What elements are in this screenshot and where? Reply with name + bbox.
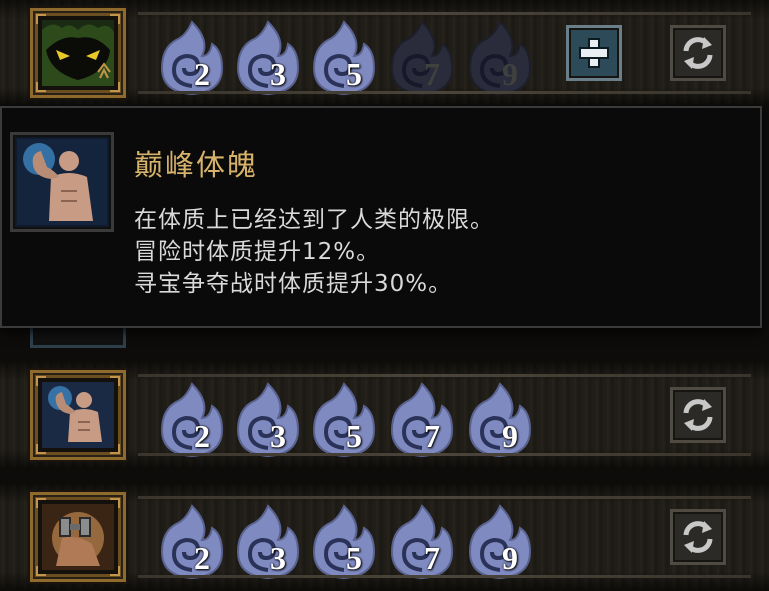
lifting-dumbbell-icon — [42, 504, 114, 570]
level-value: 9 — [502, 540, 518, 576]
level-flame-3: 3 — [232, 504, 304, 580]
level-flame-9: 9 — [464, 20, 536, 96]
level-value: 5 — [346, 418, 362, 454]
level-value: 3 — [270, 56, 286, 92]
level-value: 5 — [346, 56, 362, 92]
level-value: 3 — [270, 418, 286, 454]
tooltip-title: 巅峰体魄 — [134, 148, 259, 182]
swap-icon — [683, 521, 713, 553]
level-flame-3: 3 — [232, 382, 304, 458]
trait-row-3: 2 3 5 7 9 — [0, 484, 769, 590]
level-value: 9 — [502, 418, 518, 454]
hidden-trait-slot — [30, 328, 126, 348]
add-button[interactable] — [566, 25, 622, 81]
swap-icon — [683, 399, 713, 431]
trait-slot-2[interactable] — [30, 370, 126, 460]
level-value: 2 — [194, 56, 210, 92]
level-value: 2 — [194, 418, 210, 454]
trait-row-2: 2 3 5 7 9 — [0, 362, 769, 468]
trait-slot-3[interactable] — [30, 492, 126, 582]
level-flame-3: 3 — [232, 20, 304, 96]
trait-slot-1[interactable] — [30, 8, 126, 98]
muscle-man-icon — [17, 139, 107, 225]
level-flame-2: 2 — [156, 504, 228, 580]
level-flame-9: 9 — [464, 382, 536, 458]
tooltip-icon-frame — [10, 132, 114, 232]
muscle-man-icon — [42, 382, 114, 448]
tooltip-line-1: 在体质上已经达到了人类的极限。 — [134, 207, 494, 233]
tooltip-line-3: 寻宝争夺战时体质提升30%。 — [134, 271, 453, 297]
level-value: 3 — [270, 540, 286, 576]
level-flame-5: 5 — [308, 20, 380, 96]
trait-tooltip: 巅峰体魄 在体质上已经达到了人类的极限。 冒险时体质提升12%。 寻宝争夺战时体… — [0, 106, 762, 328]
level-flame-7: 7 — [386, 20, 458, 96]
add-icon — [579, 38, 609, 68]
level-value: 5 — [346, 540, 362, 576]
level-value: 9 — [502, 56, 518, 92]
level-flame-5: 5 — [308, 382, 380, 458]
trait-row-1: 2 3 5 7 9 — [0, 0, 769, 106]
level-value: 7 — [424, 56, 440, 92]
level-flame-7: 7 — [386, 382, 458, 458]
level-value: 7 — [424, 418, 440, 454]
level-flame-2: 2 — [156, 382, 228, 458]
shadow-creature-icon — [42, 20, 114, 86]
swap-icon — [683, 37, 713, 69]
level-flame-2: 2 — [156, 20, 228, 96]
level-flame-7: 7 — [386, 504, 458, 580]
level-flame-9: 9 — [464, 504, 536, 580]
tooltip-line-2: 冒险时体质提升12%。 — [134, 239, 381, 265]
level-value: 2 — [194, 540, 210, 576]
level-value: 7 — [424, 540, 440, 576]
swap-button[interactable] — [670, 387, 726, 443]
level-flame-5: 5 — [308, 504, 380, 580]
swap-button[interactable] — [670, 509, 726, 565]
swap-button[interactable] — [670, 25, 726, 81]
